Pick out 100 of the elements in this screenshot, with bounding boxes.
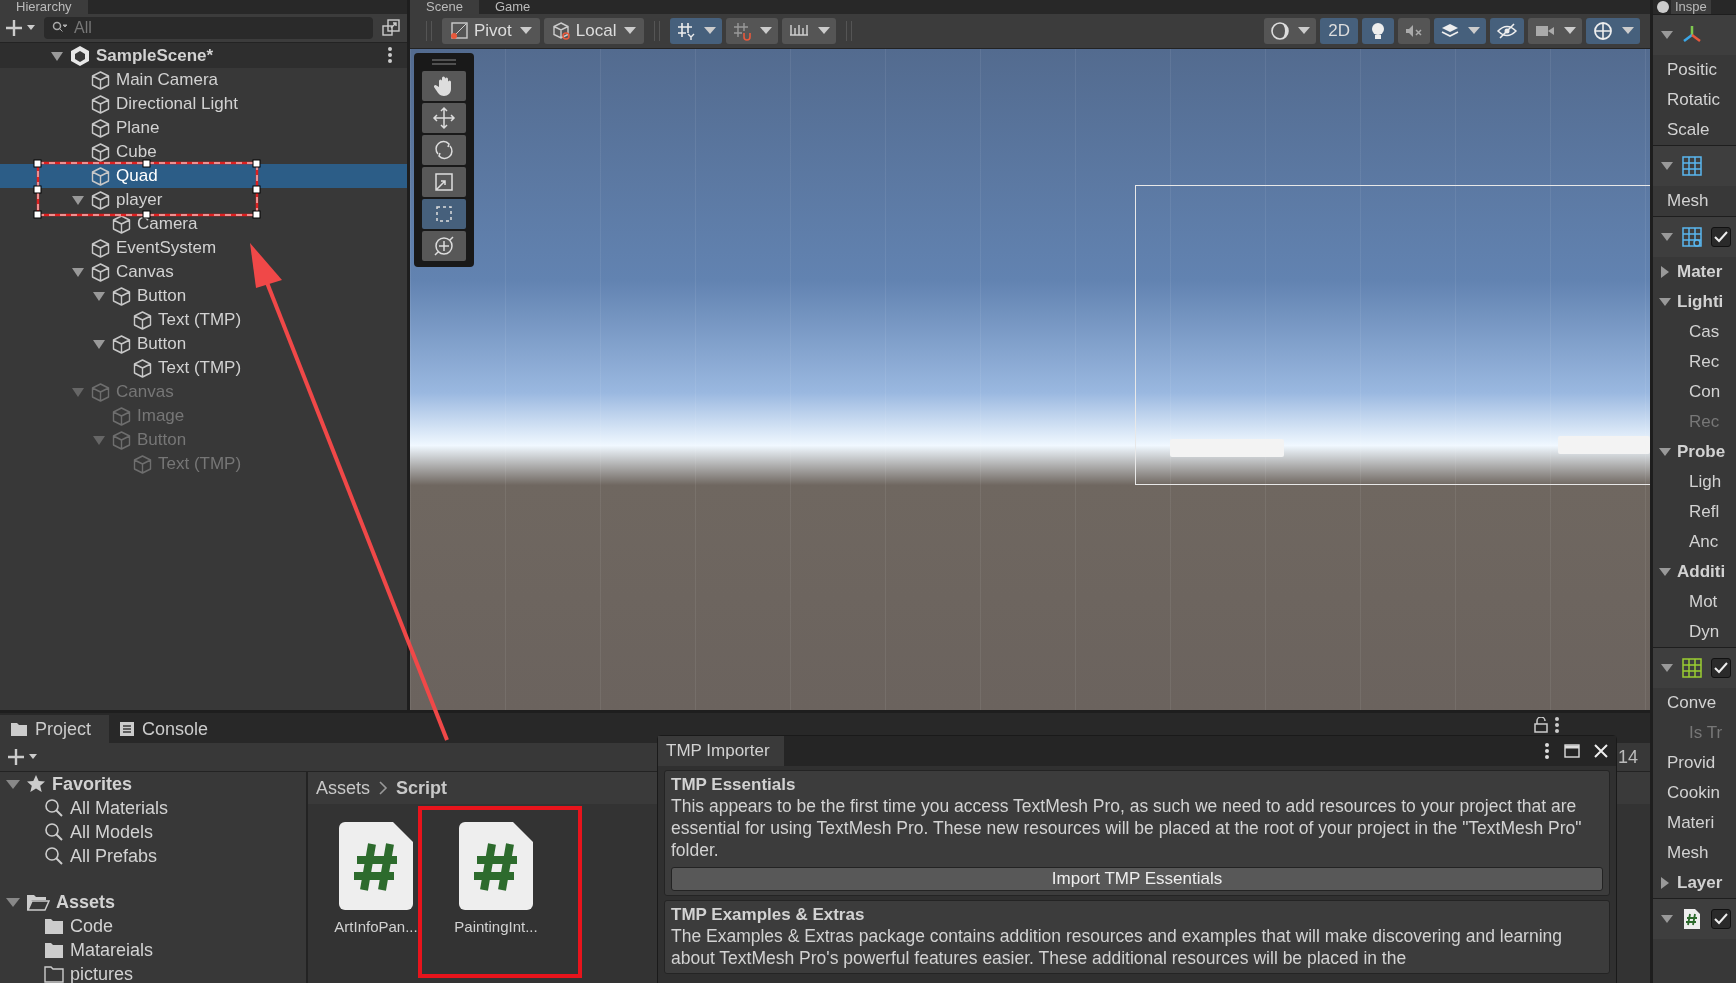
foldout[interactable]: Layer [1653, 868, 1736, 898]
grid-button[interactable] [670, 18, 723, 44]
caret-icon[interactable] [6, 778, 20, 790]
script-file-icon[interactable] [459, 822, 533, 910]
hand-tool-button[interactable] [422, 71, 466, 101]
foldout[interactable]: Probe [1653, 437, 1736, 467]
enable-checkbox[interactable] [1711, 909, 1731, 929]
cube-icon [111, 333, 132, 355]
project-sidebar-item[interactable]: All Materials [0, 796, 306, 820]
star-icon [26, 774, 46, 794]
hierarchy-item[interactable]: Canvas [0, 260, 407, 284]
file-name[interactable]: ArtInfoPan... [334, 918, 418, 935]
component-header[interactable] [1653, 14, 1736, 55]
foldout[interactable]: Additi [1653, 557, 1736, 587]
hierarchy-item[interactable]: Text (TMP) [0, 308, 407, 332]
camera-button[interactable] [1528, 18, 1582, 44]
caret-icon[interactable] [92, 289, 106, 303]
hierarchy-item[interactable]: Directional Light [0, 92, 407, 116]
component-header[interactable] [1653, 216, 1736, 257]
hierarchy-item[interactable]: Quad [0, 164, 407, 188]
scale-tool-button[interactable] [422, 167, 466, 197]
caret-icon[interactable] [6, 896, 20, 908]
import-button[interactable]: Import TMP Essentials [671, 867, 1603, 891]
foldout[interactable]: Lighti [1653, 287, 1736, 317]
mode-2d-button[interactable]: 2D [1320, 18, 1358, 44]
folder-icon [44, 917, 64, 935]
component-header[interactable] [1653, 898, 1736, 939]
close-icon[interactable] [1594, 744, 1608, 758]
hierarchy-item[interactable]: SampleScene* [0, 43, 407, 68]
hierarchy-item[interactable]: Button [0, 284, 407, 308]
breadcrumb-link[interactable]: Assets [316, 777, 371, 799]
caret-icon[interactable] [1661, 161, 1673, 171]
project-sidebar-item[interactable]: Code [0, 914, 306, 938]
enable-checkbox[interactable] [1711, 658, 1731, 678]
panel-tab[interactable]: Console [109, 715, 227, 743]
file-name[interactable]: PaintingInt... [454, 918, 538, 935]
hierarchy-item[interactable]: Button [0, 332, 407, 356]
cube-icon [111, 429, 132, 451]
maximize-icon[interactable] [1564, 744, 1580, 758]
search-icon [44, 846, 64, 866]
hidden-button[interactable] [1490, 18, 1524, 44]
expand-icon[interactable] [381, 18, 401, 38]
hierarchy-item[interactable]: Camera [0, 212, 407, 236]
enable-checkbox[interactable] [1711, 227, 1731, 247]
project-sidebar-item[interactable]: All Models [0, 820, 306, 844]
transform-tool-button[interactable] [422, 231, 466, 261]
lock-icon[interactable] [1534, 717, 1548, 733]
gizmo-button[interactable] [1586, 18, 1640, 44]
component-header[interactable] [1653, 647, 1736, 688]
caret-icon[interactable] [71, 265, 85, 279]
caret-icon[interactable] [1661, 914, 1673, 924]
script-file-icon[interactable] [339, 822, 413, 910]
hierarchy-item[interactable]: player [0, 188, 407, 212]
hierarchy-tab[interactable]: Hierarchy [0, 0, 88, 14]
scene-viewport[interactable] [410, 49, 1650, 710]
caret-icon[interactable] [92, 337, 106, 351]
property-label: Scale [1666, 119, 1711, 141]
add-icon[interactable] [6, 19, 36, 37]
caret-icon[interactable] [1661, 30, 1673, 40]
search-field[interactable]: All [44, 17, 373, 39]
panel-tab[interactable]: Project [0, 715, 110, 743]
ruler-button[interactable] [782, 18, 837, 44]
move-tool-button[interactable] [422, 103, 466, 133]
search-icon [44, 798, 64, 818]
inspector-tab[interactable]: Inspe [1671, 0, 1711, 14]
more-icon[interactable] [1544, 742, 1550, 760]
more-icon[interactable] [387, 46, 393, 64]
project-sidebar-item[interactable]: Matareials [0, 938, 306, 962]
project-sidebar-item[interactable]: pictures [0, 962, 306, 983]
pivot-dropdown[interactable]: Pivot [442, 18, 540, 44]
hierarchy-item[interactable]: EventSystem [0, 236, 407, 260]
effects-button[interactable] [1434, 18, 1486, 44]
hierarchy-item[interactable]: Text (TMP) [0, 356, 407, 380]
view-tab[interactable]: Game [478, 0, 547, 14]
hierarchy-item[interactable]: Cube [0, 140, 407, 164]
view-tab[interactable]: Scene [410, 0, 479, 14]
breadcrumb-link[interactable]: Script [396, 777, 448, 799]
light-button[interactable] [1362, 18, 1394, 44]
caret-icon[interactable] [1661, 663, 1673, 673]
project-sidebar-item[interactable]: All Prefabs [0, 844, 306, 868]
audio-button[interactable] [1398, 18, 1430, 44]
project-sidebar-item[interactable]: Favorites [0, 772, 306, 796]
caret-icon[interactable] [71, 193, 85, 207]
cube-icon [90, 237, 111, 259]
caret-icon[interactable] [1661, 232, 1673, 242]
component-header[interactable] [1653, 145, 1736, 186]
shading-button[interactable] [1264, 18, 1317, 44]
rect-tool-button[interactable] [422, 199, 466, 229]
caret-icon [1622, 27, 1634, 35]
hierarchy-item[interactable]: Main Camera [0, 68, 407, 92]
project-sidebar-item[interactable]: Assets [0, 890, 306, 914]
folder-icon [10, 721, 28, 737]
more-icon[interactable] [1554, 716, 1560, 734]
foldout[interactable]: Mater [1653, 257, 1736, 287]
hierarchy-item[interactable]: Plane [0, 116, 407, 140]
rotate-tool-button[interactable] [422, 135, 466, 165]
snap-button[interactable] [726, 18, 779, 44]
local-dropdown[interactable]: Local [543, 18, 645, 44]
add-icon[interactable] [8, 748, 38, 766]
cube-icon [111, 213, 132, 235]
